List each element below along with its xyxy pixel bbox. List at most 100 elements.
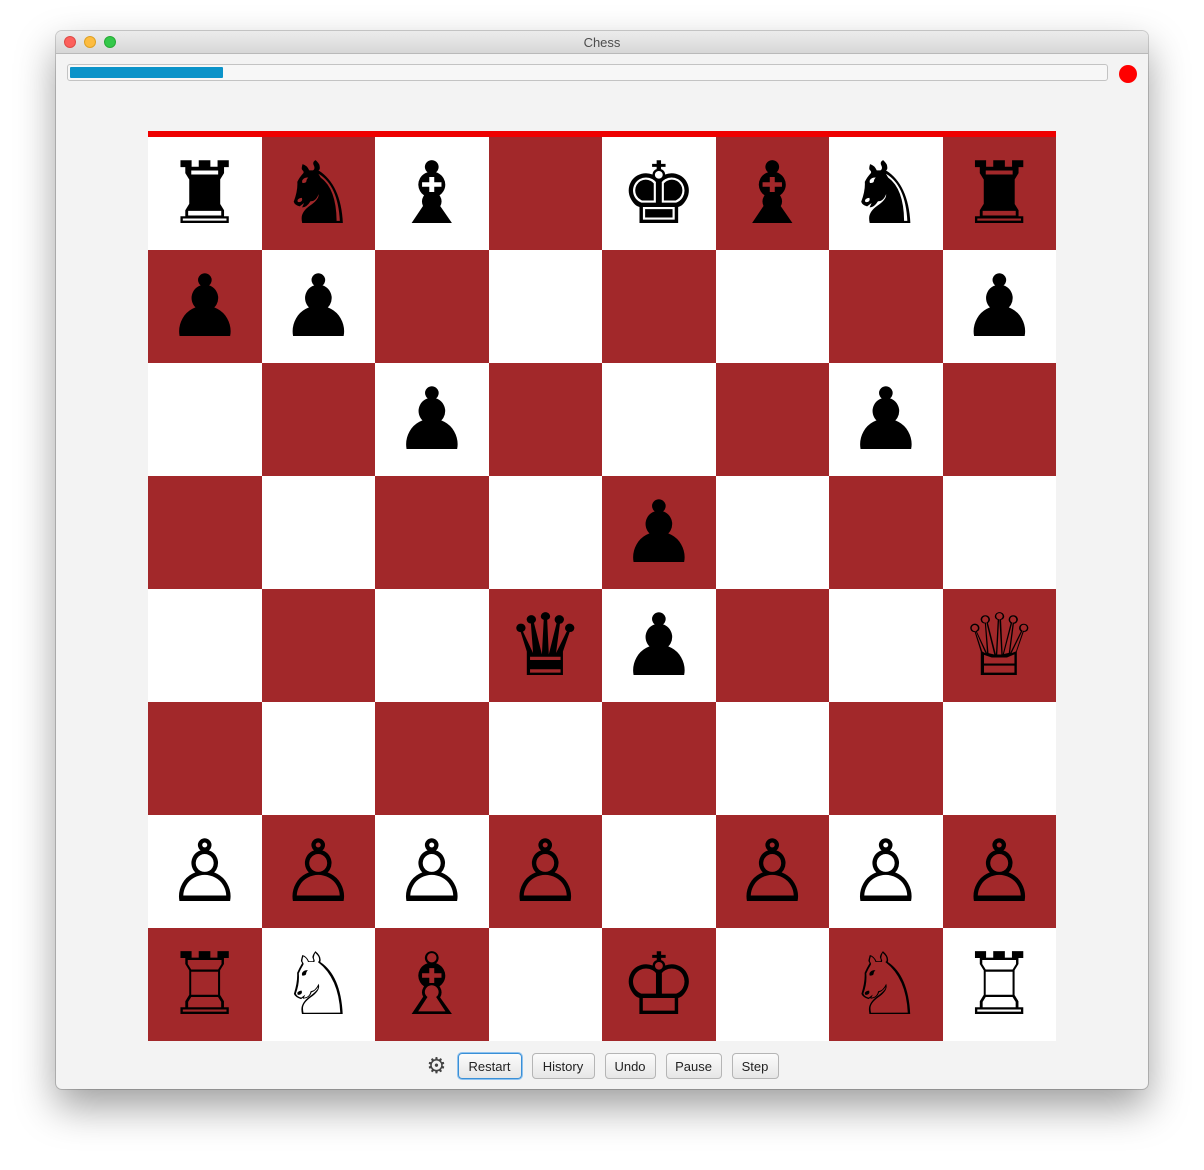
square-h8[interactable]: ♜ <box>942 137 1057 250</box>
square-b2[interactable]: ♙ <box>261 815 376 928</box>
square-h7[interactable]: ♟ <box>942 250 1057 363</box>
white-rook-icon[interactable]: ♖ <box>943 928 1057 1041</box>
black-pawn-icon[interactable]: ♟ <box>602 589 716 702</box>
square-h3[interactable] <box>942 702 1056 815</box>
white-pawn-icon[interactable]: ♙ <box>716 815 830 928</box>
white-bishop-icon[interactable]: ♗ <box>375 928 489 1041</box>
pause-button[interactable]: Pause <box>665 1053 722 1079</box>
square-e3[interactable] <box>602 702 716 815</box>
white-king-icon[interactable]: ♔ <box>602 928 716 1041</box>
square-c7[interactable] <box>375 250 489 363</box>
undo-button[interactable]: Undo <box>604 1053 656 1079</box>
history-button[interactable]: History <box>531 1053 595 1079</box>
square-e7[interactable] <box>602 250 716 363</box>
square-g1[interactable]: ♘ <box>829 928 943 1041</box>
white-knight-icon[interactable]: ♘ <box>262 928 376 1041</box>
square-d5[interactable] <box>488 476 602 589</box>
square-d3[interactable] <box>488 702 602 815</box>
square-g6[interactable]: ♟ <box>829 363 943 476</box>
square-f4[interactable] <box>715 589 829 702</box>
white-pawn-icon[interactable]: ♙ <box>375 815 489 928</box>
black-queen-icon[interactable]: ♛ <box>489 589 603 702</box>
square-f3[interactable] <box>715 702 829 815</box>
square-d1[interactable] <box>488 928 602 1041</box>
black-pawn-icon[interactable]: ♟ <box>148 250 262 363</box>
black-king-icon[interactable]: ♚ <box>602 137 716 250</box>
square-e8[interactable]: ♚ <box>602 137 716 250</box>
white-rook-icon[interactable]: ♖ <box>148 928 262 1041</box>
white-queen-icon[interactable]: ♕ <box>943 589 1057 702</box>
square-a6[interactable] <box>148 363 262 476</box>
black-rook-icon[interactable]: ♜ <box>943 137 1057 250</box>
square-b4[interactable] <box>261 589 375 702</box>
black-pawn-icon[interactable]: ♟ <box>262 250 376 363</box>
square-a7[interactable]: ♟ <box>148 250 262 363</box>
square-e1[interactable]: ♔ <box>602 928 716 1041</box>
white-pawn-icon[interactable]: ♙ <box>943 815 1057 928</box>
black-pawn-icon[interactable]: ♟ <box>375 363 489 476</box>
square-b1[interactable]: ♘ <box>261 928 376 1041</box>
square-h4[interactable]: ♕ <box>942 589 1057 702</box>
square-b5[interactable] <box>261 476 375 589</box>
square-d6[interactable] <box>488 363 602 476</box>
black-bishop-icon[interactable]: ♝ <box>716 137 830 250</box>
white-knight-icon[interactable]: ♘ <box>829 928 943 1041</box>
square-g2[interactable]: ♙ <box>829 815 943 928</box>
square-b7[interactable]: ♟ <box>261 250 376 363</box>
square-h5[interactable] <box>942 476 1056 589</box>
square-a4[interactable] <box>148 589 262 702</box>
square-c8[interactable]: ♝ <box>375 137 489 250</box>
black-pawn-icon[interactable]: ♟ <box>943 250 1057 363</box>
square-g3[interactable] <box>829 702 943 815</box>
square-c2[interactable]: ♙ <box>375 815 489 928</box>
gear-icon[interactable]: ⚙ <box>426 1054 448 1079</box>
black-rook-icon[interactable]: ♜ <box>148 137 262 250</box>
square-e4[interactable]: ♟ <box>602 589 716 702</box>
black-knight-icon[interactable]: ♞ <box>829 137 943 250</box>
chess-board[interactable]: ♜ ♞ ♝ ♚ ♝ ♞ ♜ ♟ ♟ ♟ ♟ ♟ ♟ ♛ ♟ ♕ ♙ ♙ ♙ ♙ ♙ ♙ ♙ ♖ ♘ ♗ ♔ ♘ ♖ <box>148 137 1057 1041</box>
square-d7[interactable] <box>488 250 602 363</box>
square-b8[interactable]: ♞ <box>261 137 376 250</box>
square-h1[interactable]: ♖ <box>942 928 1057 1041</box>
black-pawn-icon[interactable]: ♟ <box>829 363 943 476</box>
square-g4[interactable] <box>829 589 943 702</box>
square-h6[interactable] <box>942 363 1056 476</box>
square-c4[interactable] <box>375 589 489 702</box>
square-g5[interactable] <box>829 476 943 589</box>
square-c5[interactable] <box>375 476 489 589</box>
square-f7[interactable] <box>715 250 829 363</box>
square-a2[interactable]: ♙ <box>148 815 262 928</box>
square-a3[interactable] <box>148 702 262 815</box>
black-bishop-icon[interactable]: ♝ <box>375 137 489 250</box>
square-a8[interactable]: ♜ <box>148 137 262 250</box>
square-f8[interactable]: ♝ <box>715 137 830 250</box>
square-e6[interactable] <box>602 363 716 476</box>
square-d4[interactable]: ♛ <box>488 589 603 702</box>
black-pawn-icon[interactable]: ♟ <box>602 476 716 589</box>
restart-button[interactable]: Restart <box>457 1053 522 1079</box>
square-c1[interactable]: ♗ <box>375 928 489 1041</box>
square-a5[interactable] <box>148 476 262 589</box>
square-e2[interactable] <box>602 815 716 928</box>
square-f2[interactable]: ♙ <box>715 815 830 928</box>
white-pawn-icon[interactable]: ♙ <box>829 815 943 928</box>
square-g8[interactable]: ♞ <box>829 137 943 250</box>
square-c6[interactable]: ♟ <box>375 363 489 476</box>
square-d8[interactable] <box>488 137 602 250</box>
step-button[interactable]: Step <box>731 1053 779 1079</box>
white-pawn-icon[interactable]: ♙ <box>148 815 262 928</box>
square-f5[interactable] <box>715 476 829 589</box>
square-b6[interactable] <box>261 363 375 476</box>
square-h2[interactable]: ♙ <box>942 815 1057 928</box>
square-g7[interactable] <box>829 250 943 363</box>
square-f6[interactable] <box>715 363 829 476</box>
square-a1[interactable]: ♖ <box>148 928 262 1041</box>
square-f1[interactable] <box>715 928 829 1041</box>
white-pawn-icon[interactable]: ♙ <box>489 815 603 928</box>
square-d2[interactable]: ♙ <box>488 815 603 928</box>
white-pawn-icon[interactable]: ♙ <box>262 815 376 928</box>
square-e5[interactable]: ♟ <box>602 476 716 589</box>
black-knight-icon[interactable]: ♞ <box>262 137 376 250</box>
square-c3[interactable] <box>375 702 489 815</box>
square-b3[interactable] <box>261 702 375 815</box>
